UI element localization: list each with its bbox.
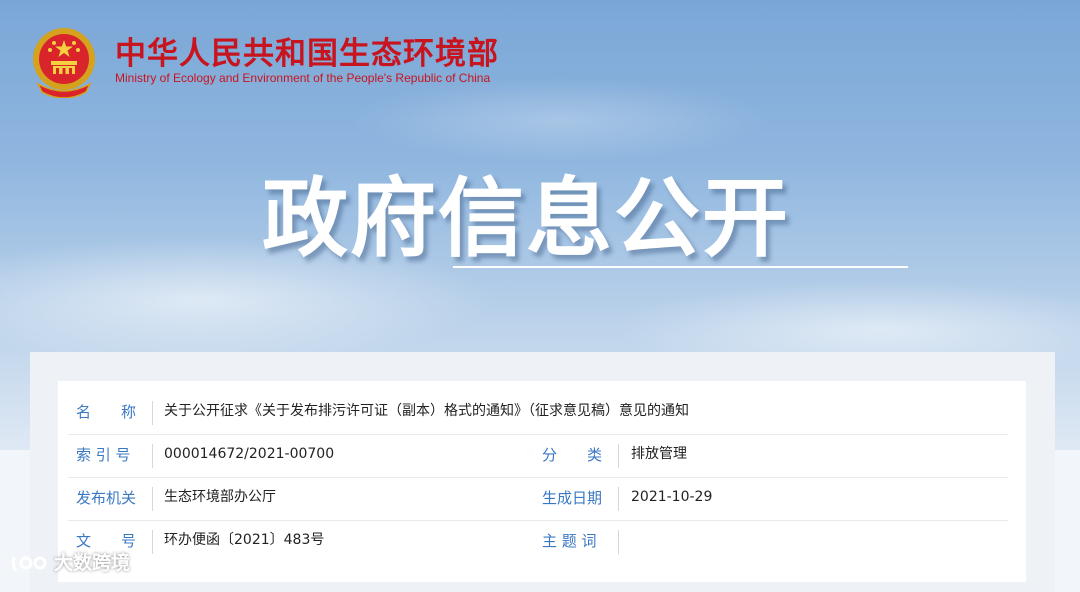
doc-no-value: 环办便函〔2021〕483号 [164, 532, 325, 548]
info-row-publisher: 发布机关 生态环境部办公厅 生成日期 2021-10-29 [68, 477, 1008, 521]
separator [618, 444, 619, 468]
category-value: 排放管理 [631, 446, 687, 462]
keywords-label: 主 题 词 [542, 532, 597, 550]
separator [618, 530, 619, 554]
publisher-label: 发布机关 [76, 489, 137, 507]
national-emblem-icon [33, 28, 95, 98]
page-headline: 政府信息公开 [262, 169, 790, 269]
separator [152, 401, 153, 425]
document-info-panel: 名 称 关于公开征求《关于发布排污许可证（副本）格式的通知》（征求意见稿）意见的… [58, 381, 1026, 582]
info-row-docno: 文 号 环办便函〔2021〕483号 主 题 词 [68, 520, 1008, 563]
watermark: 大数跨境 [10, 548, 130, 575]
separator [618, 487, 619, 511]
publisher-value: 生态环境部办公厅 [164, 489, 276, 505]
site-title[interactable]: 中华人民共和国生态环境部 [115, 28, 499, 73]
name-label: 名 称 [76, 403, 137, 421]
info-row-name: 名 称 关于公开征求《关于发布排污许可证（副本）格式的通知》（征求意见稿）意见的… [68, 391, 1008, 435]
index-no-value: 000014672/2021-00700 [164, 446, 335, 462]
separator [152, 444, 153, 468]
info-row-index: 索 引 号 000014672/2021-00700 分 类 排放管理 [68, 434, 1008, 478]
category-label: 分 类 [542, 446, 603, 464]
separator [152, 487, 153, 511]
name-value: 关于公开征求《关于发布排污许可证（副本）格式的通知》（征求意见稿）意见的通知 [164, 403, 689, 419]
index-no-label: 索 引 号 [76, 446, 131, 464]
headline-divider [453, 266, 908, 268]
watermark-logo-icon [11, 556, 47, 572]
site-subtitle: Ministry of Ecology and Environment of t… [115, 71, 491, 85]
watermark-text: 大数跨境 [54, 552, 131, 574]
separator [152, 530, 153, 554]
date-label: 生成日期 [542, 489, 603, 507]
date-value: 2021-10-29 [631, 489, 713, 505]
